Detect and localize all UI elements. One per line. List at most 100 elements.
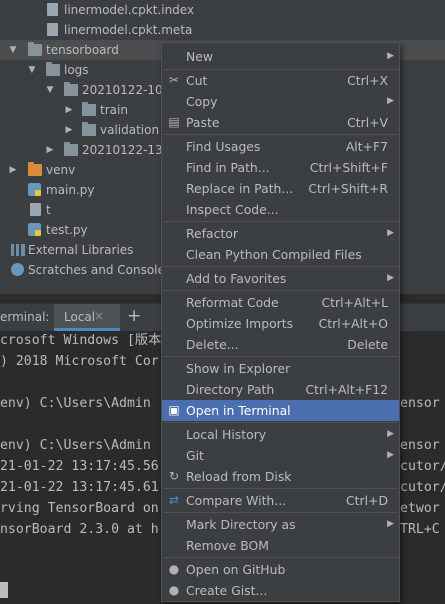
menu-item-label: Create Gist... xyxy=(186,583,268,598)
terminal-line-fragment: TRL+C xyxy=(400,522,440,537)
menu-item-delete[interactable]: Delete... Delete xyxy=(162,334,399,355)
menu-item-refactor[interactable]: Refactor ▶ xyxy=(162,223,399,244)
tree-item-label: 20210122-105 xyxy=(82,83,171,97)
menu-item-shortcut: Alt+F7 xyxy=(345,139,388,154)
github-icon: ● xyxy=(168,562,180,576)
menu-item-label: Clean Python Compiled Files xyxy=(186,247,362,262)
add-tab-icon[interactable]: + xyxy=(127,306,141,326)
tree-item-label: 20210122-131 xyxy=(82,143,171,157)
tree-item-label: main.py xyxy=(46,183,95,197)
menu-item-show-in-explorer[interactable]: Show in Explorer xyxy=(162,358,399,379)
menu-item-shortcut: Ctrl+Alt+L xyxy=(321,295,389,310)
tree-item-label: train xyxy=(100,103,128,117)
menu-item-local-history[interactable]: Local History ▶ xyxy=(162,424,399,445)
terminal-line: 021-01-22 13:17:45.56 xyxy=(0,459,159,474)
menu-separator xyxy=(163,266,398,267)
tab-label: Local xyxy=(64,310,96,324)
terminal-line: venv) C:\Users\Admin xyxy=(0,438,151,453)
terminal-title: erminal: xyxy=(0,310,50,324)
menu-item-git[interactable]: Git ▶ xyxy=(162,445,399,466)
menu-item-label: Refactor xyxy=(186,226,238,241)
menu-separator xyxy=(163,221,398,222)
terminal-line: c) 2018 Microsoft Cor xyxy=(0,354,159,369)
python-file-icon xyxy=(28,183,41,196)
menu-item-label: Find Usages xyxy=(186,139,261,154)
menu-item-clean-python[interactable]: Clean Python Compiled Files xyxy=(162,244,399,265)
menu-item-compare-with[interactable]: ⇄ Compare With... Ctrl+D xyxy=(162,490,399,511)
terminal-line-fragment: cutor/ xyxy=(400,459,445,474)
menu-item-label: Git xyxy=(186,448,204,463)
menu-item-label: Copy xyxy=(186,94,218,109)
menu-item-directory-path[interactable]: Directory Path Ctrl+Alt+F12 xyxy=(162,379,399,400)
menu-item-new[interactable]: New ▶ xyxy=(162,46,399,67)
chevron-down-icon[interactable]: ▼ xyxy=(45,80,55,100)
menu-item-cut[interactable]: ✂ Cut Ctrl+X xyxy=(162,70,399,91)
menu-item-label: Reformat Code xyxy=(186,295,279,310)
file-icon xyxy=(30,203,41,216)
menu-item-open-in-terminal[interactable]: ▣ Open in Terminal xyxy=(162,400,399,421)
menu-item-reformat-code[interactable]: Reformat Code Ctrl+Alt+L xyxy=(162,292,399,313)
menu-item-label: Find in Path... xyxy=(186,160,270,175)
terminal-line-fragment: ensor xyxy=(400,438,440,453)
menu-separator xyxy=(163,290,398,291)
terminal-line: icrosoft Windows [版本 xyxy=(0,333,162,348)
submenu-arrow-icon: ▶ xyxy=(387,51,394,61)
menu-separator xyxy=(163,488,398,489)
chevron-right-icon[interactable]: ▶ xyxy=(45,140,55,160)
close-icon[interactable]: × xyxy=(94,309,104,323)
menu-item-open-on-github[interactable]: ● Open on GitHub xyxy=(162,559,399,580)
menu-item-label: New xyxy=(186,49,214,64)
tree-item-label: External Libraries xyxy=(28,243,134,257)
tree-item-linermodel-index[interactable]: linermodel.cpkt.index xyxy=(0,0,445,20)
submenu-arrow-icon: ▶ xyxy=(387,96,394,106)
file-icon xyxy=(47,3,58,16)
menu-item-label: Local History xyxy=(186,427,267,442)
menu-item-remove-bom[interactable]: Remove BOM xyxy=(162,535,399,556)
menu-item-copy[interactable]: Copy ▶ xyxy=(162,91,399,112)
menu-separator xyxy=(163,512,398,513)
chevron-down-icon[interactable]: ▼ xyxy=(27,60,37,80)
chevron-right-icon[interactable]: ▶ xyxy=(64,100,74,120)
menu-item-label: Open on GitHub xyxy=(186,562,286,577)
tab-local[interactable]: Local × xyxy=(54,304,120,331)
compare-icon: ⇄ xyxy=(168,493,180,507)
chevron-right-icon[interactable]: ▶ xyxy=(8,160,18,180)
menu-item-create-gist[interactable]: ● Create Gist... xyxy=(162,580,399,601)
menu-item-reload-from-disk[interactable]: ↻ Reload from Disk xyxy=(162,466,399,487)
chevron-right-icon[interactable]: ▶ xyxy=(64,120,74,140)
menu-item-shortcut: Ctrl+X xyxy=(347,73,388,88)
terminal-cursor xyxy=(0,582,8,598)
menu-item-label: Cut xyxy=(186,73,208,88)
terminal-line: erving TensorBoard on xyxy=(0,501,159,516)
menu-item-replace-in-path[interactable]: Replace in Path... Ctrl+Shift+R xyxy=(162,178,399,199)
menu-item-shortcut: Ctrl+Shift+R xyxy=(308,181,388,196)
tree-item-label: Scratches and Console xyxy=(28,263,165,277)
tree-item-label: venv xyxy=(46,163,76,177)
menu-item-paste[interactable]: ▤ Paste Ctrl+V xyxy=(162,112,399,133)
menu-item-inspect-code[interactable]: Inspect Code... xyxy=(162,199,399,220)
menu-item-label: Paste xyxy=(186,115,220,130)
menu-item-add-to-favorites[interactable]: Add to Favorites ▶ xyxy=(162,268,399,289)
tree-item-linermodel-meta[interactable]: linermodel.cpkt.meta xyxy=(0,20,445,40)
reload-icon: ↻ xyxy=(168,469,180,483)
terminal-line: ensorBoard 2.3.0 at h xyxy=(0,522,159,537)
terminal-line: venv) C:\Users\Admin xyxy=(0,396,151,411)
menu-item-label: Delete... xyxy=(186,337,239,352)
menu-item-shortcut: Ctrl+V xyxy=(347,115,388,130)
clipboard-icon: ▤ xyxy=(168,115,180,129)
tree-item-label: linermodel.cpkt.meta xyxy=(64,23,193,37)
tree-item-label: logs xyxy=(64,63,89,77)
menu-item-shortcut: Ctrl+D xyxy=(346,493,388,508)
menu-item-find-in-path[interactable]: Find in Path... Ctrl+Shift+F xyxy=(162,157,399,178)
menu-item-mark-directory-as[interactable]: Mark Directory as ▶ xyxy=(162,514,399,535)
menu-item-label: Mark Directory as xyxy=(186,517,296,532)
menu-separator xyxy=(163,422,398,423)
chevron-down-icon[interactable]: ▼ xyxy=(8,40,18,60)
libraries-icon xyxy=(11,244,25,256)
menu-separator xyxy=(163,557,398,558)
context-menu: New ▶ ✂ Cut Ctrl+X Copy ▶ ▤ Paste Ctrl+V… xyxy=(161,42,400,602)
menu-item-find-usages[interactable]: Find Usages Alt+F7 xyxy=(162,136,399,157)
menu-item-optimize-imports[interactable]: Optimize Imports Ctrl+Alt+O xyxy=(162,313,399,334)
menu-item-label: Compare With... xyxy=(186,493,287,508)
menu-item-label: Add to Favorites xyxy=(186,271,287,286)
